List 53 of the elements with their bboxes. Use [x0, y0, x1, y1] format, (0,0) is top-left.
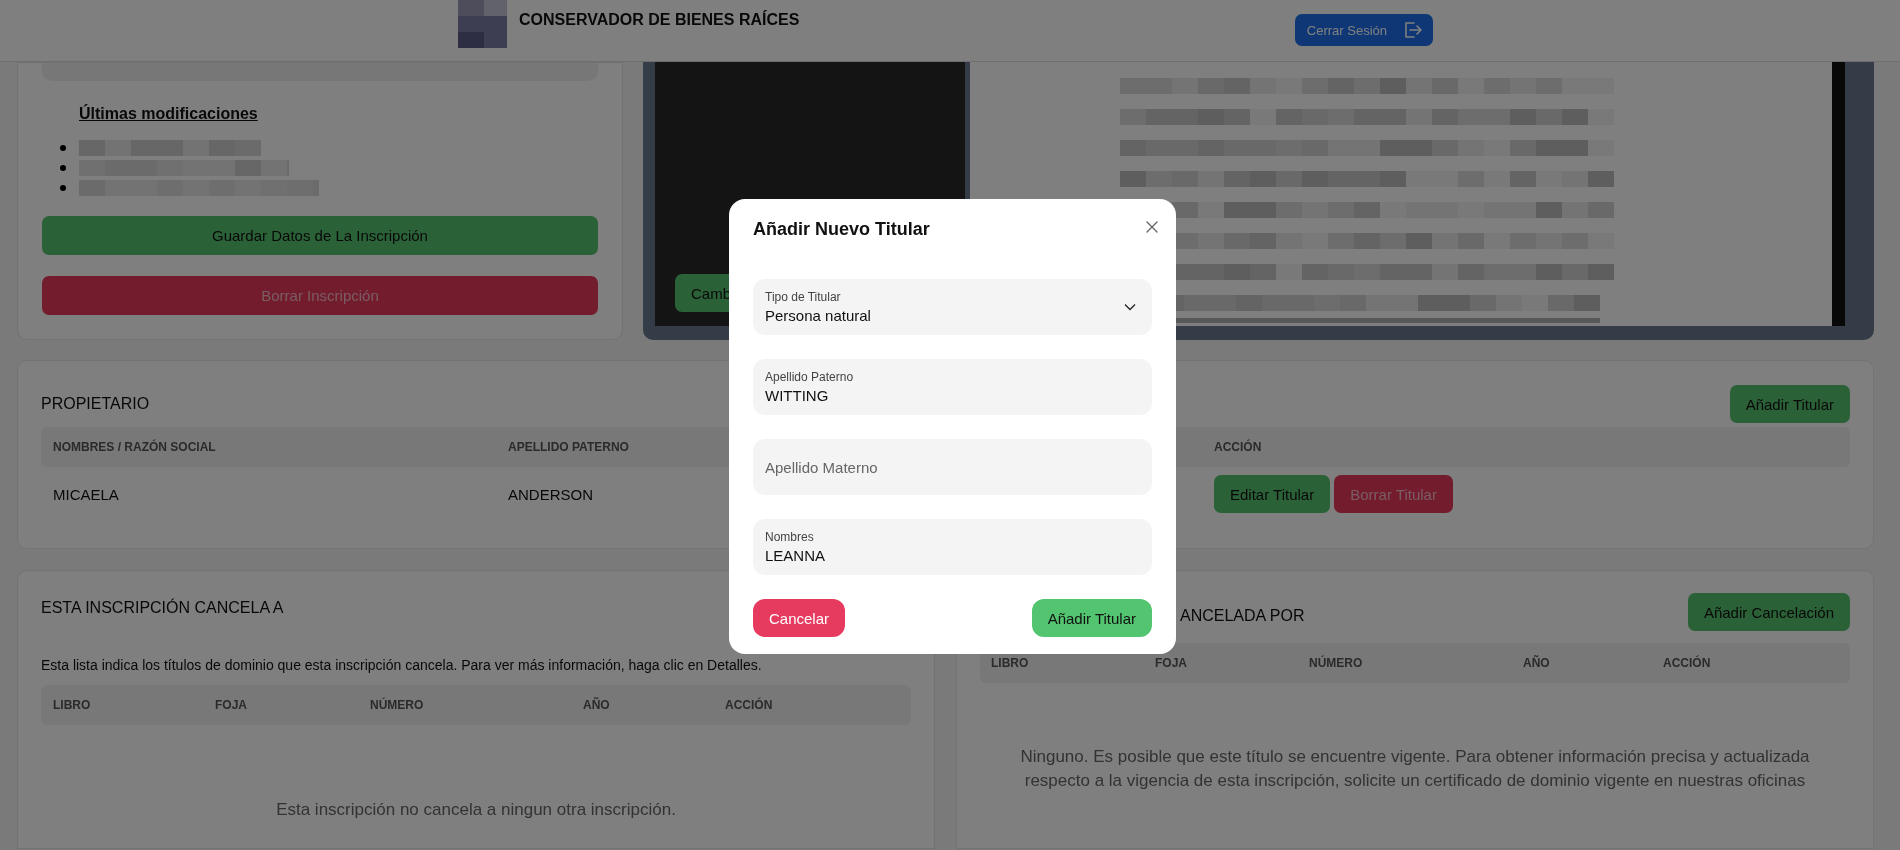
- blurred-text-icon: [79, 140, 261, 156]
- column-header: ACCIÓN: [1663, 656, 1712, 670]
- dialog-title: Añadir Nuevo Titular: [753, 219, 930, 240]
- text-input[interactable]: LEANNA: [765, 547, 1136, 564]
- bullet-icon: [60, 145, 66, 151]
- column-header: FOJA: [1155, 656, 1188, 670]
- column-header: LIBRO: [991, 656, 1030, 670]
- empty-message: Esta inscripción no cancela a ningun otra inscripción.: [275, 799, 677, 821]
- delete-button[interactable]: Borrar Titular: [1334, 475, 1453, 513]
- empty-message: Ninguno. Es posible que este título se encuentre vigente. Para obtener información precisa y actualizada respecto a la vigencia de esta inscripción, solicite un certificado de dominio vigente en nuestras oficinas: [1019, 746, 1811, 792]
- field-label: Apellido Paterno: [765, 370, 855, 384]
- delete-button[interactable]: Borrar Inscripción: [42, 276, 598, 315]
- field-label: Tipo de Titular: [765, 290, 842, 304]
- input-field[interactable]: Apellido Materno: [753, 439, 1152, 495]
- site-title: CONSERVADOR DE BIENES RAÍCES: [519, 11, 800, 29]
- add-owner-button[interactable]: Añadir Titular: [1729, 385, 1850, 423]
- column-header: APELLIDO PATERNO: [508, 440, 630, 454]
- bullet-icon: [60, 185, 66, 191]
- text-input[interactable]: Apellido Materno: [765, 458, 1136, 476]
- table-cell-text: ANDERSON: [508, 485, 594, 503]
- column-header: NOMBRES / RAZÓN SOCIAL: [53, 440, 217, 454]
- section-title: ESTA INSCRIPCIÓN CANCELA A: [41, 599, 284, 617]
- add-owner-button[interactable]: Añadir Titular: [1031, 599, 1152, 637]
- column-header: AÑO: [1523, 656, 1551, 670]
- description-text: Esta lista indica los títulos de dominio que esta inscripción cancela. Para ver más información, haga clic en Detalles.: [41, 657, 763, 673]
- cancel-button[interactable]: Cancelar: [753, 599, 846, 637]
- field-value: Persona natural: [765, 307, 872, 324]
- column-header: ACCIÓN: [1214, 440, 1263, 454]
- dropdown-field[interactable]: Tipo de Titular Persona natural: [753, 279, 1152, 335]
- column-header: LIBRO: [53, 698, 92, 712]
- input-field[interactable]: Apellido Paterno WITTING: [753, 359, 1152, 415]
- logout-button[interactable]: Cerrar Sesión: [1294, 14, 1433, 46]
- column-header: NÚMERO: [1309, 656, 1364, 670]
- column-header: FOJA: [215, 698, 248, 712]
- save-button[interactable]: Guardar Datos de La Inscripción: [42, 216, 598, 255]
- chevron-down-icon: [1124, 303, 1136, 311]
- table-cell-text: MICAELA: [53, 485, 120, 503]
- section-title: PROPIETARIO: [41, 395, 150, 413]
- edit-button[interactable]: Editar Titular: [1214, 475, 1331, 513]
- column-header: ACCIÓN: [725, 698, 774, 712]
- section-heading: Últimas modificaciones: [79, 105, 259, 123]
- field-label: Nombres: [765, 530, 815, 544]
- logout-icon: [1403, 20, 1423, 40]
- add-cancellation-button[interactable]: Añadir Cancelación: [1687, 593, 1850, 631]
- close-button[interactable]: [1144, 219, 1160, 235]
- bullet-icon: [60, 165, 66, 171]
- column-header: NÚMERO: [370, 698, 425, 712]
- blurred-text-icon: [79, 160, 289, 176]
- input-field[interactable]: Nombres LEANNA: [753, 519, 1152, 575]
- column-header: AÑO: [583, 698, 611, 712]
- text-input[interactable]: WITTING: [765, 387, 1136, 404]
- section-title: ANCELADA POR: [1180, 607, 1305, 625]
- close-icon: [1146, 221, 1158, 233]
